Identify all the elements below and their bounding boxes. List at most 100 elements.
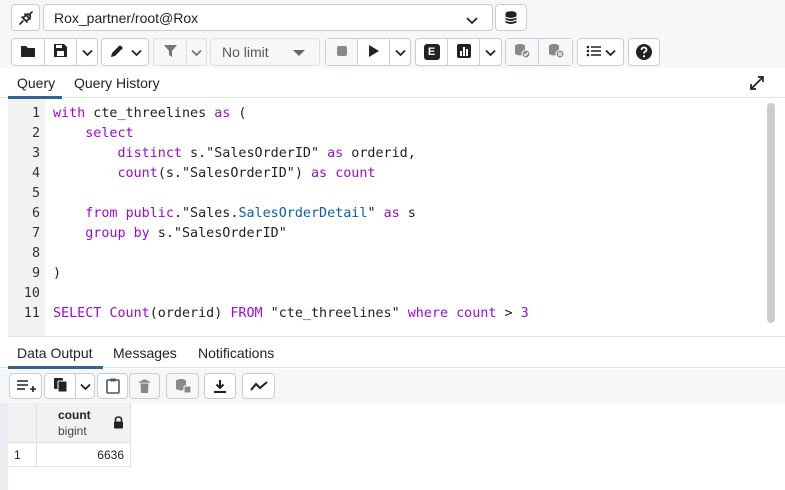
expand-panel-button[interactable] — [749, 75, 765, 94]
explain-button[interactable]: E — [416, 39, 448, 65]
sql-keyword: count — [117, 166, 158, 181]
code-text: cte_threelines — [85, 106, 215, 121]
caret-down-icon — [293, 50, 305, 56]
code-line[interactable]: 3 distinct s."SalesOrderID" as orderid, — [8, 144, 768, 164]
save-options-dropdown[interactable] — [77, 39, 97, 65]
macros-button-group[interactable] — [577, 38, 624, 66]
play-icon — [368, 44, 380, 61]
table-cell[interactable]: 6636 — [37, 443, 131, 467]
code-text: s."SalesOrderID" — [182, 146, 328, 161]
code-text: ( — [230, 106, 247, 121]
chevron-down-icon — [191, 44, 202, 60]
tab-label: Query History — [74, 75, 160, 91]
copy-options-dropdown[interactable] — [76, 374, 94, 398]
tab-label: Notifications — [198, 345, 275, 361]
sql-keyword: public — [125, 206, 174, 221]
graph-visualiser-button[interactable] — [242, 373, 275, 399]
save-file-button[interactable] — [45, 39, 77, 65]
execute-button-group — [325, 38, 411, 66]
code-text: s."SalesOrderID" — [149, 226, 287, 241]
code-line[interactable]: 10 — [8, 284, 768, 304]
line-number: 10 — [23, 286, 40, 301]
row-limit-select[interactable]: No limit — [210, 38, 320, 66]
column-header[interactable]: count bigint — [37, 403, 131, 443]
clipboard-icon — [105, 378, 120, 394]
row-number-header[interactable] — [8, 403, 37, 443]
connection-select[interactable]: Rox_partner/root@Rox — [43, 4, 493, 31]
tab-query[interactable]: Query — [8, 68, 62, 99]
result-tabs: Data Output Messages Notifications — [0, 338, 785, 369]
edit-button-group[interactable] — [101, 38, 149, 66]
sql-keyword: with — [53, 106, 86, 121]
filter-options-dropdown[interactable] — [187, 39, 206, 65]
copy-button[interactable] — [45, 374, 76, 398]
sql-keyword: where — [407, 306, 449, 321]
line-number: 4 — [31, 166, 40, 181]
code-line[interactable]: 11 SELECT Count(orderid) FROM "cte_threel… — [8, 304, 768, 324]
code-line[interactable]: 7 group by s."SalesOrderID" — [8, 224, 768, 244]
edit-options-button[interactable] — [102, 39, 148, 65]
save-data-button[interactable] — [166, 373, 199, 399]
line-number: 2 — [31, 126, 40, 141]
code-line[interactable]: 5 — [8, 184, 768, 204]
explain-button-group: E — [415, 38, 502, 66]
trash-icon — [138, 379, 151, 394]
filter-button[interactable] — [154, 39, 187, 65]
save-icon — [53, 43, 68, 61]
sql-keyword: as — [311, 166, 328, 181]
download-button[interactable] — [204, 373, 236, 399]
tab-notifications[interactable]: Notifications — [198, 338, 274, 368]
editor-scrollbar[interactable] — [767, 103, 775, 323]
add-row-button[interactable] — [9, 373, 42, 399]
bar-chart-icon — [456, 43, 472, 62]
tab-messages[interactable]: Messages — [113, 338, 177, 368]
pencil-icon — [109, 43, 127, 62]
code-line[interactable]: 4 count(s."SalesOrderID") as count — [8, 164, 768, 184]
code-text: " — [367, 206, 384, 221]
expand-icon — [749, 76, 765, 94]
tab-data-output[interactable]: Data Output — [8, 338, 103, 369]
open-file-button[interactable] — [12, 39, 45, 65]
explain-options-dropdown[interactable] — [480, 39, 501, 65]
execute-button[interactable] — [358, 39, 390, 65]
chevron-down-icon — [604, 44, 616, 60]
connection-db-button[interactable] — [495, 4, 527, 31]
disconnect-button[interactable] — [11, 4, 40, 31]
code-line[interactable]: 6 from public."Sales.SalesOrderDetail" a… — [8, 204, 768, 224]
column-type: bigint — [58, 424, 87, 438]
code-line[interactable]: 1 with cte_threelines as ( — [8, 104, 768, 124]
sql-keyword: count — [335, 166, 376, 181]
tab-query-history[interactable]: Query History — [74, 68, 160, 98]
result-toolbar — [0, 369, 785, 403]
execute-options-dropdown[interactable] — [390, 39, 410, 65]
paste-button[interactable] — [97, 373, 128, 399]
sql-editor[interactable]: 1 with cte_threelines as (2 select 3 disti… — [8, 99, 785, 337]
code-line[interactable]: 8 — [8, 244, 768, 264]
stop-button[interactable] — [326, 39, 358, 65]
code-line[interactable]: 9) — [8, 264, 768, 284]
chevron-down-icon — [130, 44, 142, 60]
tab-label: Query — [17, 75, 56, 91]
explain-analyze-button[interactable] — [448, 39, 480, 65]
row-number[interactable]: 1 — [8, 443, 37, 467]
help-button[interactable] — [628, 38, 660, 66]
file-button-group — [11, 38, 98, 66]
macros-button[interactable] — [578, 39, 623, 65]
commit-button[interactable] — [506, 39, 539, 65]
sql-keyword: distinct — [117, 146, 183, 161]
rollback-button[interactable] — [539, 39, 572, 65]
list-icon — [586, 44, 602, 61]
line-number: 11 — [23, 306, 40, 321]
line-number: 3 — [31, 146, 40, 161]
delete-row-button[interactable] — [129, 373, 160, 399]
code-line[interactable]: 2 select — [8, 124, 768, 144]
grid-left-edge — [0, 403, 8, 490]
database-save-icon — [174, 378, 192, 394]
database-icon — [503, 10, 519, 26]
chevron-down-icon — [394, 44, 406, 60]
